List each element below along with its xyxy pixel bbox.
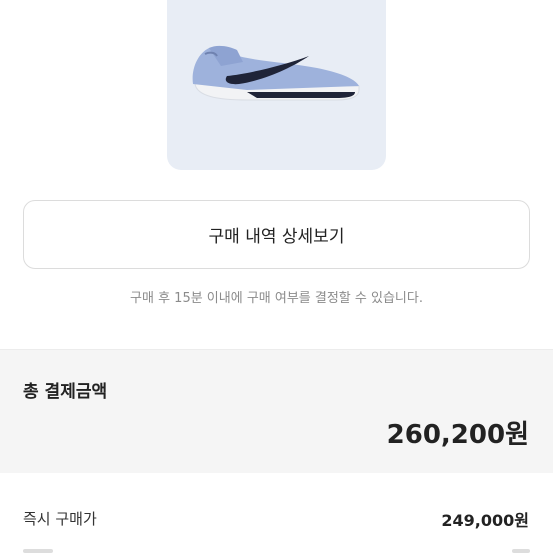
next-row-label-stub [23,549,53,553]
product-image-card [167,0,386,170]
instant-buy-price-value: 249,000원 [441,511,529,530]
instant-buy-price-label: 즉시 구매가 [23,510,97,528]
sneaker-icon [192,45,360,101]
purchase-history-detail-label: 구매 내역 상세보기 [208,227,345,247]
purchase-notice: 구매 후 15분 이내에 구매 여부를 결정할 수 있습니다. [130,291,423,306]
total-payment-title: 총 결제금액 [23,382,108,402]
purchase-history-detail-button[interactable]: 구매 내역 상세보기 [23,200,530,269]
next-row-partial [23,545,530,553]
next-row-value-stub [512,549,530,553]
total-payment-amount: 260,200원 [386,420,529,450]
price-row: 즉시 구매가 249,000원 [0,473,553,553]
total-payment-panel: 총 결제금액 260,200원 [0,349,553,473]
